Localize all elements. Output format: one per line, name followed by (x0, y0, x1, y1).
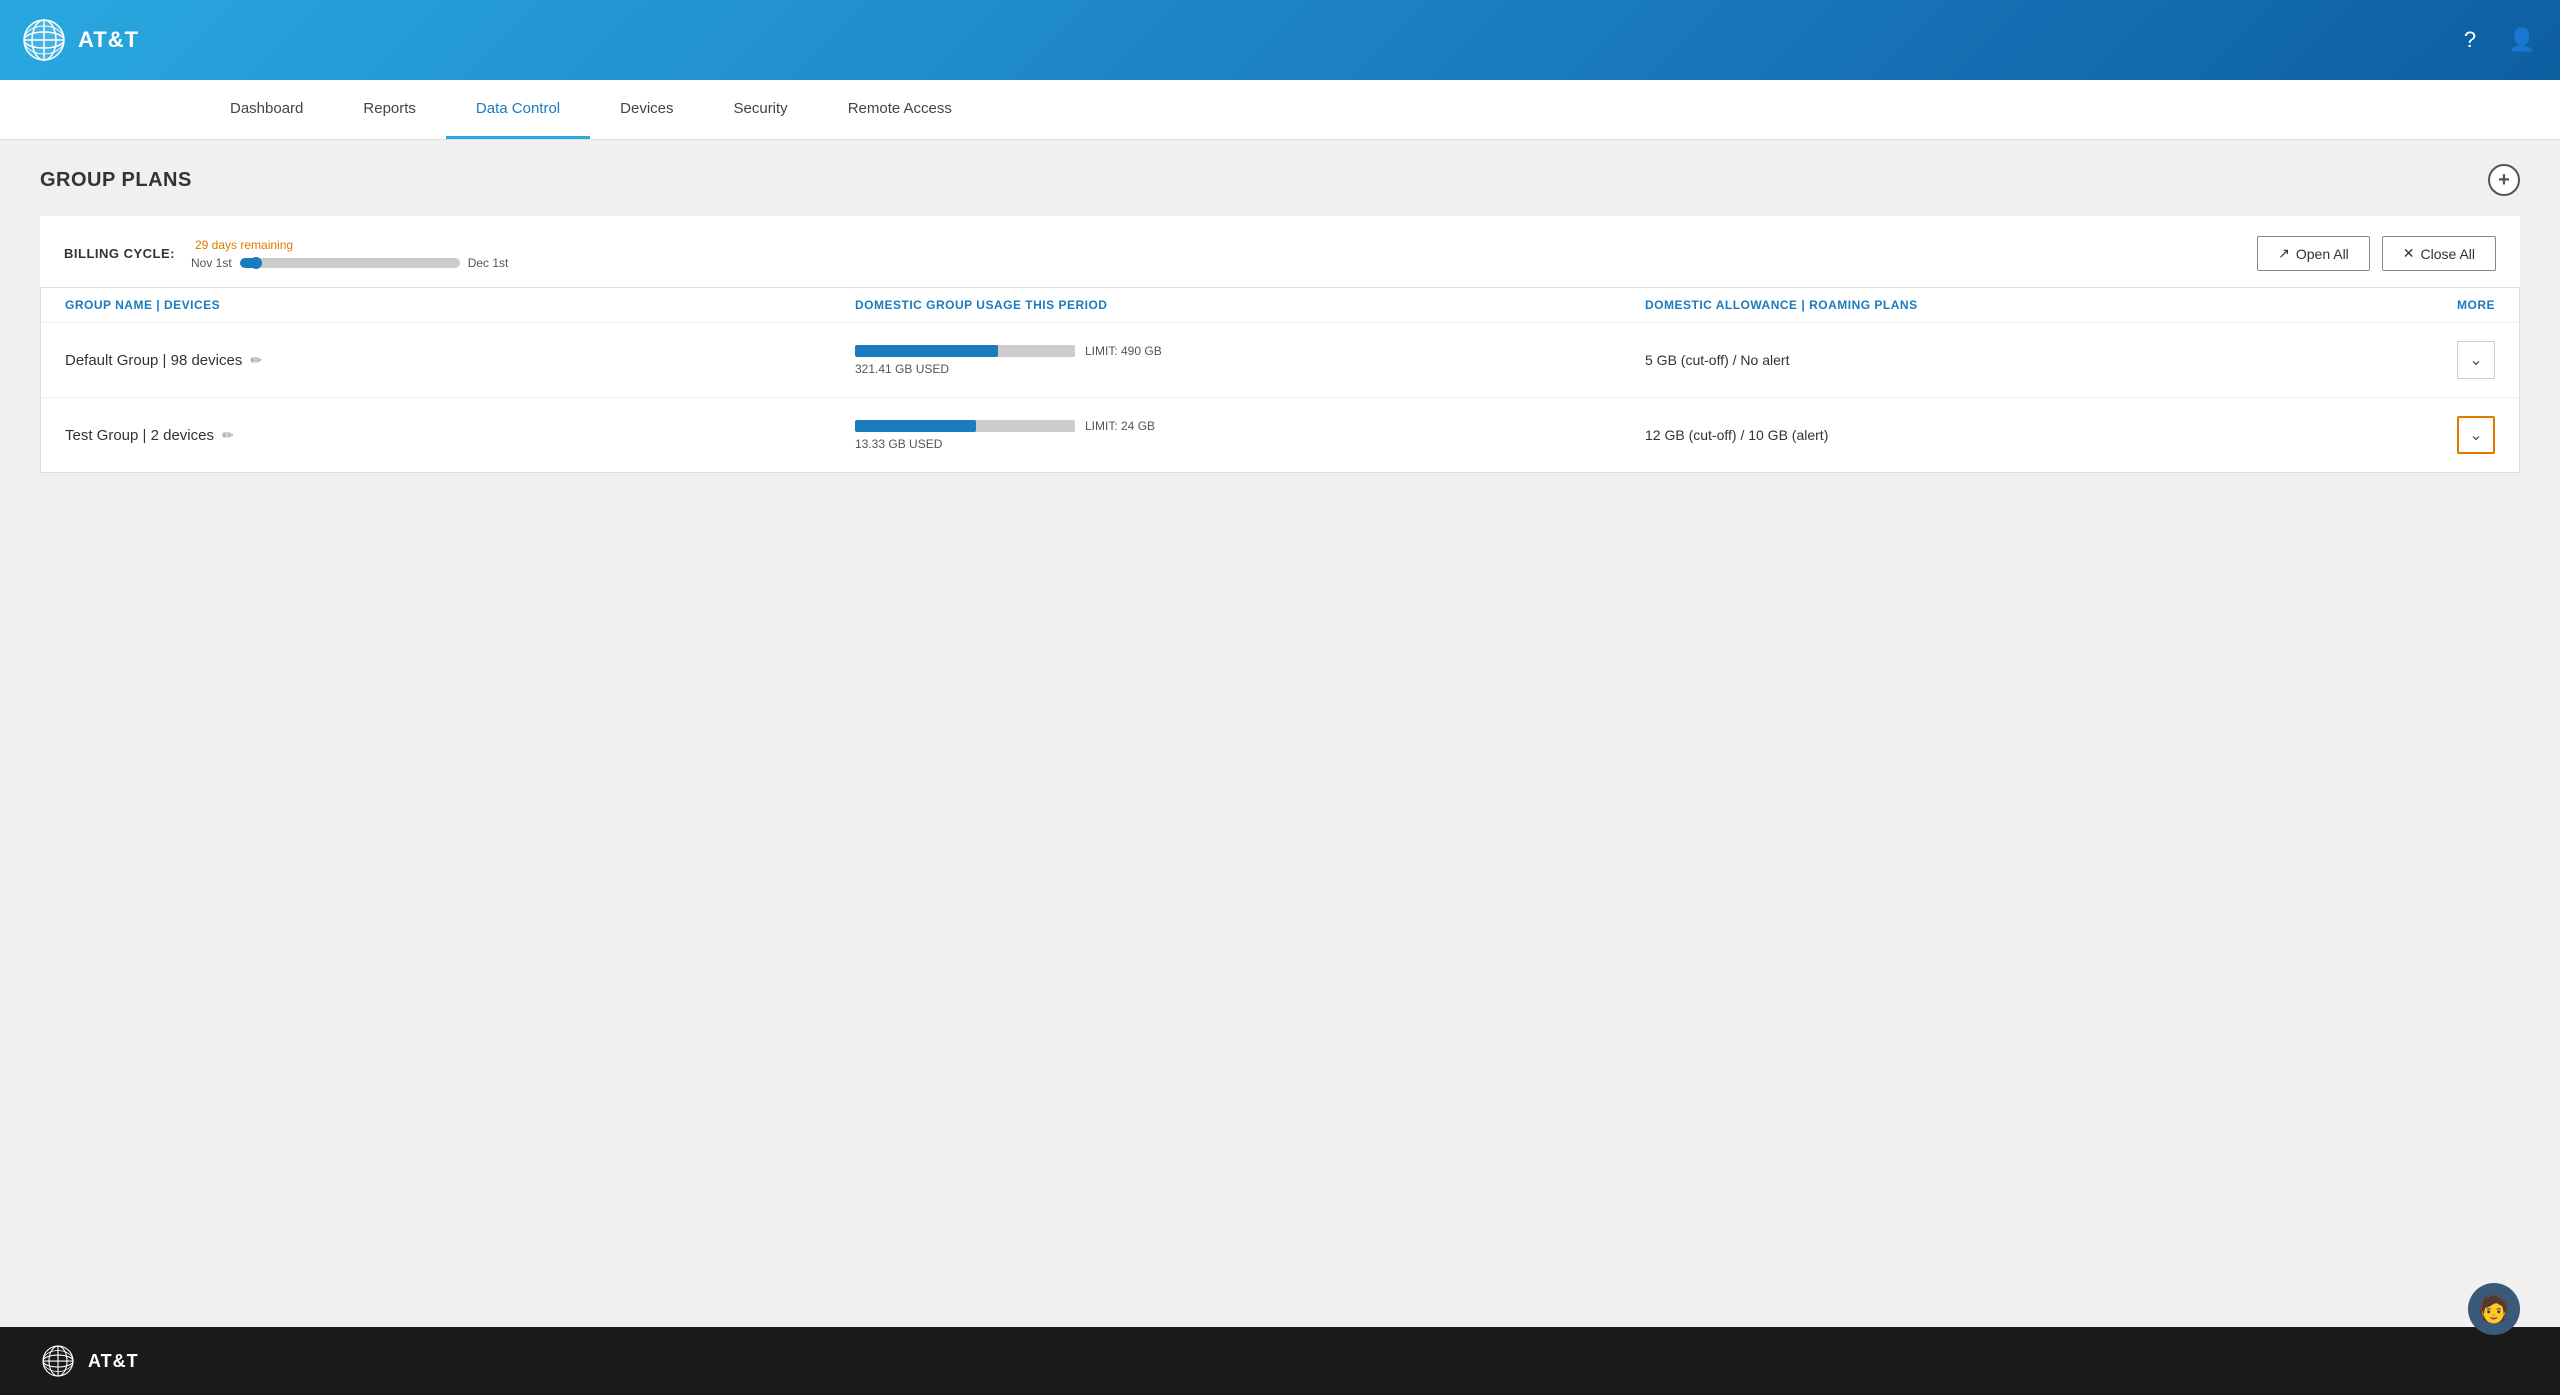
col-header-allowance: DOMESTIC ALLOWANCE | ROAMING PLANS (1645, 298, 2435, 312)
billing-progress-fill (240, 258, 258, 268)
close-all-icon: ✕ (2403, 245, 2415, 262)
open-all-label: Open All (2296, 246, 2349, 262)
footer-globe-icon (40, 1343, 76, 1379)
usage-limit: LIMIT: 490 GB (1085, 344, 1162, 358)
expand-test-group-button[interactable]: ⌄ (2457, 416, 2495, 454)
table-header: GROUP NAME | DEVICES DOMESTIC GROUP USAG… (41, 288, 2519, 323)
billing-actions: ↗ Open All ✕ Close All (2257, 236, 2496, 271)
billing-progress-container: 29 days remaining Nov 1st Dec 1st (191, 238, 508, 270)
edit-group-icon[interactable]: ✏ (250, 352, 262, 369)
billing-row: BILLING CYCLE: 29 days remaining Nov 1st… (64, 236, 2496, 271)
close-all-label: Close All (2421, 246, 2475, 262)
usage-bar-bg (855, 420, 1075, 432)
edit-group-icon[interactable]: ✏ (222, 427, 234, 444)
section-header: GROUP PLANS + (40, 164, 2520, 196)
footer: AT&T (0, 1327, 2560, 1395)
nav-label-security: Security (734, 100, 788, 117)
allowance-cell-default: 5 GB (cut-off) / No alert (1645, 352, 2435, 368)
days-remaining: 29 days remaining (195, 238, 293, 252)
col-header-group-name: GROUP NAME | DEVICES (65, 298, 855, 312)
col-header-more: MORE (2435, 298, 2495, 312)
att-globe-icon (20, 16, 68, 64)
col-header-usage: DOMESTIC GROUP USAGE THIS PERIOD (855, 298, 1645, 312)
add-group-button[interactable]: + (2488, 164, 2520, 196)
help-button[interactable]: ? (2452, 22, 2488, 58)
chat-icon: 🧑 (2478, 1294, 2510, 1325)
nav-item-security[interactable]: Security (704, 80, 818, 139)
group-name-text: Default Group | 98 devices (65, 352, 242, 369)
open-all-icon: ↗ (2278, 245, 2290, 262)
close-all-button[interactable]: ✕ Close All (2382, 236, 2496, 271)
nav-label-devices: Devices (620, 100, 673, 117)
chevron-down-icon: ⌄ (2469, 350, 2482, 370)
user-icon: 👤 (2508, 27, 2535, 53)
usage-cell-test: LIMIT: 24 GB 13.33 GB USED (855, 419, 1645, 451)
start-date: Nov 1st (191, 256, 232, 270)
nav-item-reports[interactable]: Reports (333, 80, 446, 139)
table-row: Default Group | 98 devices ✏ LIMIT: 490 … (41, 323, 2519, 398)
header: AT&T ? 👤 (0, 0, 2560, 80)
footer-logo-text: AT&T (88, 1351, 139, 1372)
nav-bar: Dashboard Reports Data Control Devices S… (0, 80, 2560, 140)
main-content: GROUP PLANS + BILLING CYCLE: 29 days rem… (0, 140, 2560, 1327)
nav-item-data-control[interactable]: Data Control (446, 80, 590, 139)
nav-item-dashboard[interactable]: Dashboard (200, 80, 333, 139)
usage-limit: LIMIT: 24 GB (1085, 419, 1155, 433)
open-all-button[interactable]: ↗ Open All (2257, 236, 2370, 271)
expand-default-group-button[interactable]: ⌄ (2457, 341, 2495, 379)
billing-progress-bar (240, 258, 460, 268)
allowance-cell-test: 12 GB (cut-off) / 10 GB (alert) (1645, 427, 2435, 443)
billing-left: BILLING CYCLE: 29 days remaining Nov 1st… (64, 238, 508, 270)
usage-bar-fill (855, 345, 998, 357)
usage-amount: 13.33 GB USED (855, 437, 1645, 451)
usage-bar-fill (855, 420, 976, 432)
progress-track: Nov 1st Dec 1st (191, 256, 508, 270)
group-name-test: Test Group | 2 devices ✏ (65, 427, 855, 444)
nav-label-reports: Reports (363, 100, 416, 117)
usage-amount: 321.41 GB USED (855, 362, 1645, 376)
end-date: Dec 1st (468, 256, 509, 270)
group-name-text: Test Group | 2 devices (65, 427, 214, 444)
group-name-default: Default Group | 98 devices ✏ (65, 352, 855, 369)
group-plans-table: GROUP NAME | DEVICES DOMESTIC GROUP USAG… (40, 287, 2520, 473)
nav-item-remote-access[interactable]: Remote Access (818, 80, 982, 139)
nav-item-devices[interactable]: Devices (590, 80, 703, 139)
usage-bar-container: LIMIT: 490 GB (855, 344, 1645, 358)
usage-bar-container: LIMIT: 24 GB (855, 419, 1645, 433)
nav-label-dashboard: Dashboard (230, 100, 303, 117)
user-button[interactable]: 👤 (2504, 22, 2540, 58)
billing-area: BILLING CYCLE: 29 days remaining Nov 1st… (40, 216, 2520, 287)
help-icon: ? (2464, 27, 2476, 53)
billing-label: BILLING CYCLE: (64, 246, 175, 261)
page-title: GROUP PLANS (40, 169, 192, 192)
nav-label-remote-access: Remote Access (848, 100, 952, 117)
logo-text: AT&T (78, 27, 139, 53)
logo-area: AT&T (20, 16, 200, 64)
chat-button[interactable]: 🧑 (2468, 1283, 2520, 1335)
table-row: Test Group | 2 devices ✏ LIMIT: 24 GB 13… (41, 398, 2519, 472)
header-icons: ? 👤 (2452, 22, 2540, 58)
usage-bar-bg (855, 345, 1075, 357)
chevron-down-icon: ⌄ (2469, 425, 2482, 445)
usage-cell-default: LIMIT: 490 GB 321.41 GB USED (855, 344, 1645, 376)
nav-label-data-control: Data Control (476, 100, 560, 117)
